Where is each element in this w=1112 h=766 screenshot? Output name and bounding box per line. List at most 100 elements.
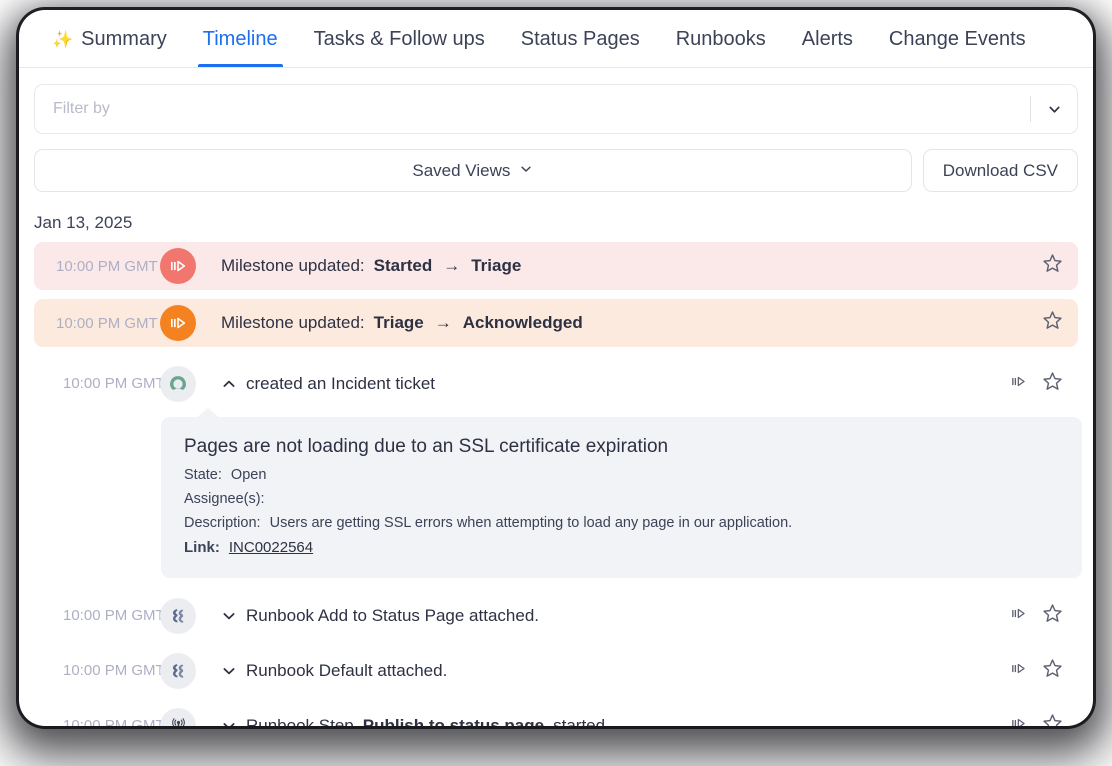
tab-runbooks[interactable]: Runbooks bbox=[658, 11, 784, 67]
table-row[interactable]: 10:00 PM GMT Runbook Default attached. bbox=[34, 643, 1078, 698]
incident-detail-card: Pages are not loading due to an SSL cert… bbox=[161, 417, 1082, 578]
table-row[interactable]: 10:00 PM GMT created an Incident ticket bbox=[34, 356, 1078, 411]
incident-link[interactable]: INC0022564 bbox=[229, 539, 313, 556]
detail-description-value: Users are getting SSL errors when attemp… bbox=[269, 515, 793, 531]
detail-description-label: Description: bbox=[184, 515, 261, 531]
download-csv-button[interactable]: Download CSV bbox=[922, 149, 1078, 192]
chevron-down-icon bbox=[519, 161, 533, 181]
tab-status-pages[interactable]: Status Pages bbox=[503, 11, 658, 67]
row-text-prefix: Milestone updated: bbox=[221, 256, 365, 275]
star-outline-icon[interactable] bbox=[1041, 252, 1064, 280]
timeline-list: 10:00 PM GMT Milestone updated: Started … bbox=[19, 242, 1093, 726]
tab-tasks-follow-ups[interactable]: Tasks & Follow ups bbox=[296, 11, 503, 67]
table-row[interactable]: 10:00 PM GMT Runbook Add to Status Page … bbox=[34, 588, 1078, 643]
row-timestamp: 10:00 PM GMT bbox=[63, 717, 165, 726]
detail-title: Pages are not loading due to an SSL cert… bbox=[184, 436, 669, 457]
chevron-up-icon[interactable] bbox=[221, 376, 237, 392]
row-text-prefix: Milestone updated: bbox=[221, 313, 365, 332]
detail-assignee-line: Assignee(s): bbox=[184, 491, 1060, 507]
milestone-arrow-icon[interactable] bbox=[1009, 372, 1028, 396]
filter-box[interactable] bbox=[34, 84, 1078, 134]
tab-label: Alerts bbox=[801, 27, 853, 50]
table-row[interactable]: 10:00 PM GMT Milestone updated: Started … bbox=[34, 242, 1078, 290]
milestone-from: Triage bbox=[373, 313, 424, 332]
milestone-arrow-icon bbox=[160, 248, 196, 284]
chevron-down-icon[interactable] bbox=[221, 718, 237, 726]
tab-label: Tasks & Follow ups bbox=[313, 27, 485, 50]
tab-label: Timeline bbox=[202, 27, 278, 50]
row-timestamp: 10:00 PM GMT bbox=[63, 607, 165, 624]
row-text: Runbook Default attached. bbox=[221, 661, 1009, 681]
row-actions bbox=[1009, 602, 1064, 630]
download-csv-label: Download CSV bbox=[942, 160, 1058, 180]
servicenow-logo-icon bbox=[160, 365, 196, 402]
row-text-after: started. bbox=[553, 715, 610, 727]
row-text: Milestone updated: Triage → Acknowledged bbox=[221, 313, 1041, 333]
row-timestamp: 10:00 PM GMT bbox=[63, 662, 165, 679]
table-row[interactable]: 10:00 PM GMT Milestone updated: Triage →… bbox=[34, 299, 1078, 347]
milestone-from: Started bbox=[373, 256, 433, 275]
sparkles-icon: ✨ bbox=[52, 29, 74, 49]
milestone-arrow-icon[interactable] bbox=[1009, 659, 1028, 683]
detail-state-value: Open bbox=[230, 467, 267, 483]
milestone-arrow-icon[interactable] bbox=[1009, 604, 1028, 628]
row-text-bold: Publish to status page bbox=[362, 715, 545, 727]
chevron-down-icon[interactable] bbox=[221, 608, 237, 624]
window-inner: ✨ Summary Timeline Tasks & Follow ups St… bbox=[19, 10, 1093, 726]
row-text-label: created an Incident ticket bbox=[246, 373, 436, 393]
incident-detail-card-wrap: Pages are not loading due to an SSL cert… bbox=[161, 408, 1082, 578]
tab-timeline[interactable]: Timeline bbox=[185, 11, 296, 67]
row-actions bbox=[1009, 712, 1064, 726]
detail-state-label: State: bbox=[184, 467, 222, 483]
star-outline-icon[interactable] bbox=[1041, 712, 1064, 726]
row-timestamp: 10:00 PM GMT bbox=[56, 257, 158, 275]
detail-state-line: State: Open bbox=[184, 467, 1060, 483]
detail-card-caret bbox=[196, 408, 220, 418]
tab-bar: ✨ Summary Timeline Tasks & Follow ups St… bbox=[19, 10, 1093, 68]
milestone-arrow-icon[interactable] bbox=[1009, 714, 1028, 726]
row-text-before: Runbook Step bbox=[246, 715, 354, 727]
action-row: Saved Views Download CSV bbox=[19, 134, 1093, 192]
detail-link-label: Link: bbox=[184, 539, 220, 556]
saved-views-label: Saved Views bbox=[412, 160, 511, 180]
tab-label: Change Events bbox=[888, 27, 1026, 50]
row-timestamp: 10:00 PM GMT bbox=[56, 314, 158, 332]
detail-description-line: Description: Users are getting SSL error… bbox=[184, 515, 1060, 531]
row-actions bbox=[1009, 657, 1064, 685]
milestone-arrow-icon bbox=[160, 305, 196, 341]
app-window: ✨ Summary Timeline Tasks & Follow ups St… bbox=[19, 10, 1093, 726]
broadcast-icon bbox=[160, 707, 196, 726]
detail-assignee-label: Assignee(s): bbox=[184, 491, 265, 507]
row-text-label: Runbook Default attached. bbox=[246, 660, 448, 680]
runbook-icon bbox=[160, 652, 196, 689]
row-actions bbox=[1041, 252, 1064, 280]
table-row[interactable]: 10:00 PM GMT Runbook Step Publish to sta… bbox=[34, 698, 1078, 726]
chevron-down-icon[interactable] bbox=[1031, 85, 1077, 133]
row-actions bbox=[1009, 370, 1064, 398]
star-outline-icon[interactable] bbox=[1041, 602, 1064, 630]
chevron-down-icon[interactable] bbox=[221, 663, 237, 679]
tab-label: Summary bbox=[81, 27, 167, 50]
milestone-to: Triage bbox=[471, 256, 522, 275]
timeline-date-label: Jan 13, 2025 bbox=[34, 213, 133, 232]
row-text: Runbook Step Publish to status page star… bbox=[221, 715, 1009, 727]
tab-change-events[interactable]: Change Events bbox=[871, 11, 1044, 67]
row-text: Runbook Add to Status Page attached. bbox=[221, 606, 1009, 626]
star-outline-icon[interactable] bbox=[1041, 309, 1064, 337]
filter-row bbox=[19, 68, 1093, 134]
detail-link-line: Link: INC0022564 bbox=[184, 539, 1060, 556]
arrow-right-icon: → bbox=[443, 256, 461, 275]
runbook-icon bbox=[160, 597, 196, 634]
tab-summary[interactable]: ✨ Summary bbox=[34, 11, 185, 67]
star-outline-icon[interactable] bbox=[1041, 370, 1064, 398]
filter-input[interactable] bbox=[35, 85, 1030, 133]
row-timestamp: 10:00 PM GMT bbox=[63, 375, 165, 392]
milestone-to: Acknowledged bbox=[462, 313, 583, 332]
tab-alerts[interactable]: Alerts bbox=[784, 11, 871, 67]
row-text-label: Runbook Add to Status Page attached. bbox=[246, 605, 539, 625]
row-text: Milestone updated: Started → Triage bbox=[221, 256, 1041, 276]
star-outline-icon[interactable] bbox=[1041, 657, 1064, 685]
row-actions bbox=[1041, 309, 1064, 337]
tab-label: Status Pages bbox=[520, 27, 640, 50]
saved-views-button[interactable]: Saved Views bbox=[34, 149, 912, 192]
